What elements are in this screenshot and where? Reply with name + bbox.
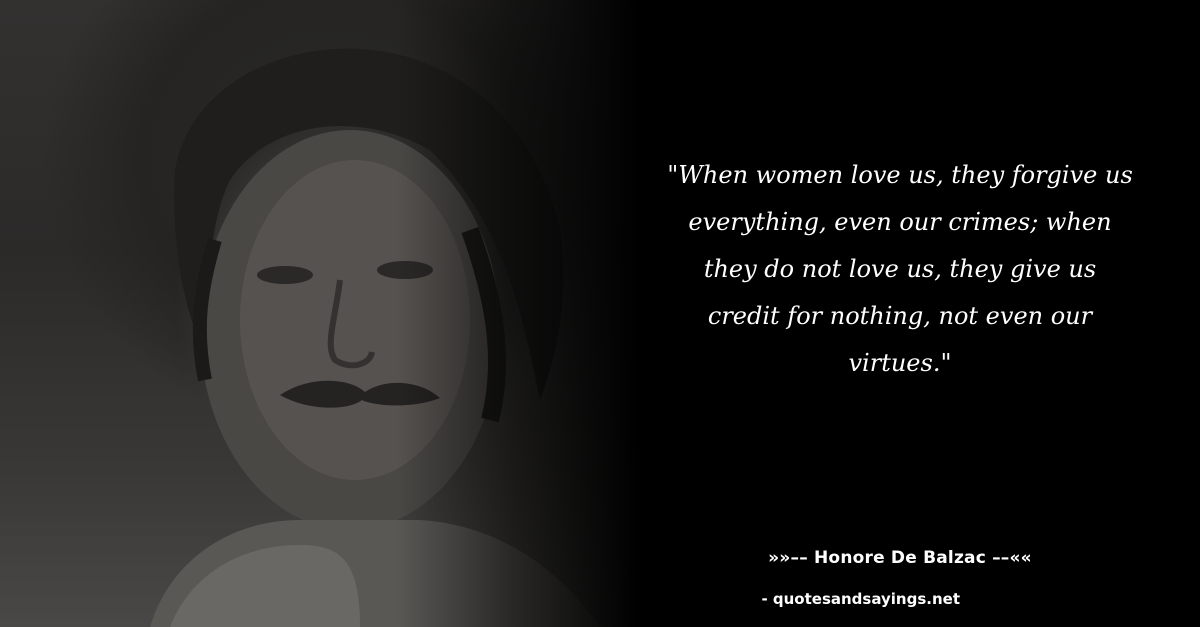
quote-text: "When women love us, they forgive us eve… (640, 152, 1160, 387)
source-credit: - quotesandsayings.net (761, 590, 960, 608)
portrait-fade-overlay (0, 0, 640, 627)
quote-line: they do not love us, they give us (703, 255, 1097, 283)
author-attribution: »»–– Honore De Balzac ––«« (768, 548, 1032, 568)
quote-line: virtues." (848, 349, 952, 377)
quote-card: "When women love us, they forgive us eve… (0, 0, 1200, 627)
quote-line: everything, even our crimes; when (688, 208, 1112, 236)
quote-line: "When women love us, they forgive us (667, 161, 1133, 189)
quote-line: credit for nothing, not even our (707, 302, 1093, 330)
